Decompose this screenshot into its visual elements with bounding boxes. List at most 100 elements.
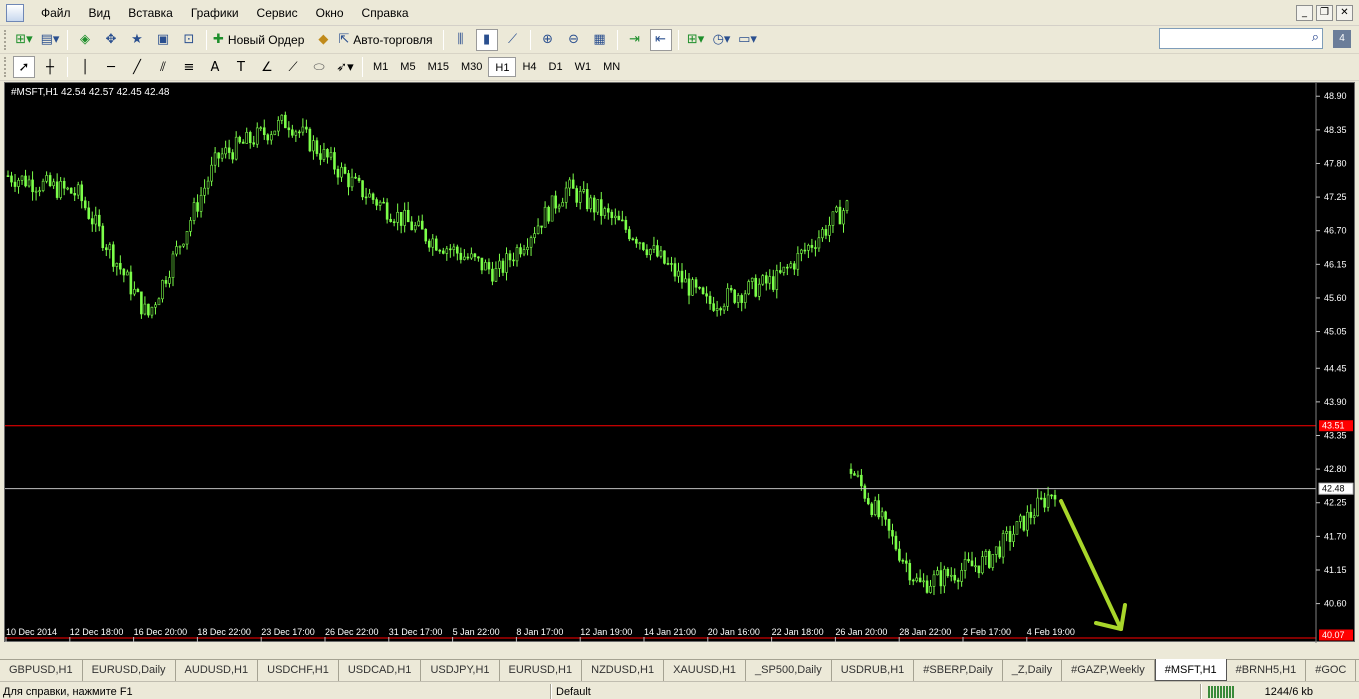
- cursor-icon[interactable]: ➚: [13, 56, 35, 78]
- new-chart-icon[interactable]: ⊞▾: [13, 29, 35, 51]
- templates-icon[interactable]: ▭▾: [737, 29, 759, 51]
- candlestick-icon[interactable]: ▮: [475, 28, 498, 51]
- indicators-icon[interactable]: ⊞▾: [685, 29, 707, 51]
- periods-icon[interactable]: ◷▾: [711, 29, 733, 51]
- chart-tab[interactable]: USDCAD,H1: [339, 660, 422, 681]
- chart-tab[interactable]: USDRUB,H1: [832, 660, 915, 681]
- bar-chart-icon[interactable]: ⫼: [450, 29, 472, 51]
- time-tick-label: 23 Dec 17:00: [261, 627, 315, 637]
- new-order-button[interactable]: ✚ Новый Ордер: [213, 29, 308, 51]
- candle-body: [182, 243, 185, 247]
- chart-tab[interactable]: NZDUSD,H1: [582, 660, 665, 681]
- candle-body: [389, 218, 392, 222]
- notification-badge[interactable]: 4: [1333, 30, 1351, 48]
- timeframe-h4[interactable]: H4: [516, 57, 542, 77]
- chart-tab[interactable]: #SBERP,Daily: [914, 660, 1003, 681]
- fibo-fan-icon[interactable]: ⟋: [282, 56, 304, 78]
- close-icon[interactable]: ✕: [1336, 5, 1353, 21]
- chart-tab[interactable]: EURUSD,H1: [500, 660, 583, 681]
- candle-body: [231, 152, 234, 160]
- line-studies-toolbar: ➚ ┼ │ ─ ╱ ⫽ ≡ A T ∠ ⟋ ⬭ ➶▾ M1 M5 M15 M30…: [0, 54, 1359, 81]
- zoom-in-icon[interactable]: ⊕: [537, 29, 559, 51]
- trendline-icon[interactable]: ╱: [126, 56, 148, 78]
- menu-view[interactable]: Вид: [80, 0, 120, 26]
- strategy-tester-icon[interactable]: ⊡: [178, 29, 200, 51]
- chart-tab[interactable]: USDCHF,H1: [258, 660, 339, 681]
- timeframe-m1[interactable]: M1: [367, 57, 394, 77]
- restore-icon[interactable]: ❐: [1316, 5, 1333, 21]
- price-chart[interactable]: 48.90 48.35 47.80 47.25 46.70 46.15 45.60 45.05…: [5, 83, 1356, 643]
- menu-charts[interactable]: Графики: [182, 0, 248, 26]
- navigator-icon[interactable]: ★: [126, 29, 148, 51]
- search-input[interactable]: ⌕: [1159, 28, 1323, 49]
- candle-body: [431, 238, 435, 248]
- search-icon[interactable]: ⌕: [1312, 30, 1319, 45]
- candle-body: [596, 199, 600, 213]
- menu-file[interactable]: Файл: [32, 0, 80, 26]
- candle-body: [1001, 533, 1005, 558]
- line-chart-icon[interactable]: ⟋: [502, 29, 524, 51]
- arrows-icon[interactable]: ➶▾: [334, 56, 356, 78]
- timeframe-h1[interactable]: H1: [488, 57, 517, 77]
- candle-body: [241, 141, 245, 144]
- candle-body: [315, 140, 319, 154]
- menu-insert[interactable]: Вставка: [119, 0, 182, 26]
- autotrade-button[interactable]: ⇱ Авто-торговля: [338, 29, 436, 51]
- candle-body: [824, 229, 828, 236]
- gann-icon[interactable]: ∠: [256, 56, 278, 78]
- timeframe-d1[interactable]: D1: [543, 57, 569, 77]
- fibonacci-icon[interactable]: ≡: [178, 56, 200, 78]
- vertical-line-icon[interactable]: │: [74, 56, 96, 78]
- candle-body: [1046, 494, 1050, 508]
- auto-scroll-icon[interactable]: ⇤: [649, 28, 672, 51]
- market-watch-icon[interactable]: ◈: [74, 29, 96, 51]
- menu-tools[interactable]: Сервис: [248, 0, 307, 26]
- equidistant-channel-icon[interactable]: ⫽: [152, 56, 174, 78]
- candle-body: [69, 187, 73, 194]
- chart-tab[interactable]: _Z,Daily: [1003, 660, 1063, 681]
- candle-body: [789, 263, 793, 268]
- chart-tab[interactable]: #GAZP,Weekly: [1062, 660, 1155, 681]
- candle-body: [533, 233, 536, 239]
- horizontal-line-icon[interactable]: ─: [100, 56, 122, 78]
- timeframe-m15[interactable]: M15: [422, 57, 455, 77]
- text-label-icon[interactable]: T: [230, 56, 252, 78]
- timeframe-m5[interactable]: M5: [394, 57, 421, 77]
- timeframe-w1[interactable]: W1: [569, 57, 598, 77]
- chart-tab[interactable]: GBPUSD,H1: [0, 660, 83, 681]
- candle-body: [691, 279, 694, 296]
- chart-tab[interactable]: #BRNH5,H1: [1227, 660, 1307, 681]
- text-icon[interactable]: A: [204, 56, 226, 78]
- candle-body: [814, 247, 817, 249]
- data-window-icon[interactable]: ✥: [100, 29, 122, 51]
- crosshair-icon[interactable]: ┼: [39, 56, 61, 78]
- candle-body: [736, 295, 740, 303]
- timeframe-mn[interactable]: MN: [597, 57, 626, 77]
- timeframe-m30[interactable]: M30: [455, 57, 488, 77]
- candle-body: [259, 127, 263, 130]
- chart-tab[interactable]: _SP500,Daily: [746, 660, 832, 681]
- menu-help[interactable]: Справка: [353, 0, 418, 26]
- chart-shift-icon[interactable]: ⇥: [624, 29, 646, 51]
- metaeditor-icon[interactable]: ◆: [312, 29, 334, 51]
- chart-tab[interactable]: #MSFT,H1: [1154, 659, 1227, 681]
- candle-body: [480, 257, 484, 271]
- candle-body: [529, 237, 533, 248]
- profiles-icon[interactable]: ▤▾: [39, 29, 61, 51]
- candle-body: [280, 114, 284, 121]
- minimize-icon[interactable]: _: [1296, 5, 1313, 21]
- time-tick-label: 12 Dec 18:00: [70, 627, 124, 637]
- zoom-out-icon[interactable]: ⊖: [563, 29, 585, 51]
- ellipse-icon[interactable]: ⬭: [308, 56, 330, 78]
- menu-window[interactable]: Окно: [307, 0, 353, 26]
- chart-tab[interactable]: EURUSD,Daily: [83, 660, 176, 681]
- chart-tab[interactable]: #GOC: [1306, 660, 1357, 681]
- tile-windows-icon[interactable]: ▦: [589, 29, 611, 51]
- chart-window[interactable]: 48.90 48.35 47.80 47.25 46.70 46.15 45.60 45.05…: [4, 82, 1356, 643]
- chart-tab[interactable]: USDJPY,H1: [421, 660, 500, 681]
- chart-tab[interactable]: AUDUSD,H1: [176, 660, 259, 681]
- candle-body: [726, 288, 729, 307]
- candle-body: [284, 114, 287, 129]
- chart-tab[interactable]: XAUUSD,H1: [664, 660, 747, 681]
- terminal-icon[interactable]: ▣: [152, 29, 174, 51]
